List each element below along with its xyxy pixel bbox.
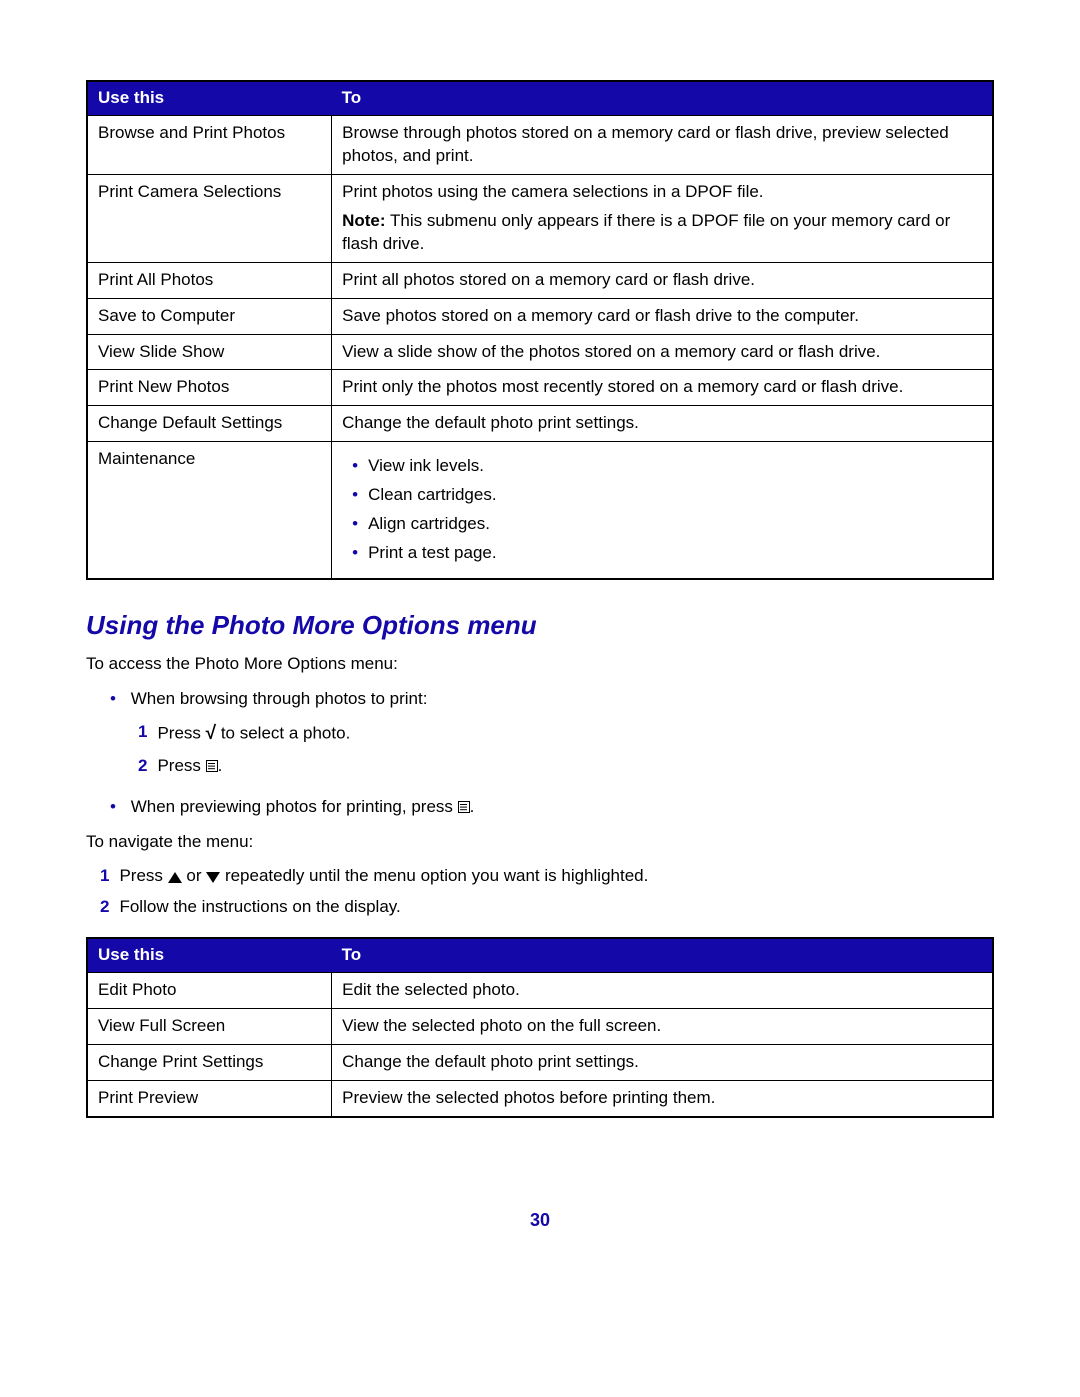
cell-desc: Change the default photo print settings. [332,406,993,442]
step-text: Follow the instructions on the display. [119,896,994,919]
note-label: Note: [342,211,385,230]
cell-desc: Preview the selected photos before print… [332,1081,993,1117]
table-row: Browse and Print Photos Browse through p… [87,115,993,174]
cell-name: View Full Screen [87,1009,332,1045]
navigate-steps: 1 Press or repeatedly until the menu opt… [86,861,994,923]
step-text: Press or repeatedly until the menu optio… [119,865,994,888]
table-row: Print Camera Selections Print photos usi… [87,174,993,262]
down-arrow-icon [206,872,220,883]
cell-desc: View ink levels. Clean cartridges. Align… [332,442,993,579]
cell-desc: Print photos using the camera selections… [332,174,993,262]
desc-line: Print photos using the camera selections… [342,181,982,204]
list-item: When browsing through photos to print: 1… [110,684,994,792]
table1-header-to: To [332,81,993,115]
cell-name: Print New Photos [87,370,332,406]
table-row: Change Print Settings Change the default… [87,1045,993,1081]
bullet-text: When previewing photos for printing, pre… [131,797,475,816]
step-text: Press √ to select a photo. [157,721,994,747]
up-arrow-icon [168,872,182,883]
access-bullets: When browsing through photos to print: 1… [86,684,994,822]
cell-name: Edit Photo [87,973,332,1009]
table-row: Print New Photos Print only the photos m… [87,370,993,406]
bullet-text: When browsing through photos to print: [131,689,428,708]
step-number: 2 [138,755,147,778]
cell-name: Print All Photos [87,262,332,298]
table-row: Print Preview Preview the selected photo… [87,1081,993,1117]
photo-card-menu-table: Use this To Browse and Print Photos Brow… [86,80,994,580]
cell-desc: Edit the selected photo. [332,973,993,1009]
cell-name: View Slide Show [87,334,332,370]
intro-navigate-text: To navigate the menu: [86,831,994,854]
list-item: When previewing photos for printing, pre… [110,792,994,823]
cell-desc: Change the default photo print settings. [332,1045,993,1081]
cell-name: Save to Computer [87,298,332,334]
table-row: Save to Computer Save photos stored on a… [87,298,993,334]
step-number: 1 [138,721,147,747]
desc-note: Note: This submenu only appears if there… [342,210,982,256]
table-row: Maintenance View ink levels. Clean cartr… [87,442,993,579]
photo-more-options-table: Use this To Edit Photo Edit the selected… [86,937,994,1118]
step-item: 2 Press . [138,751,994,782]
step-item: 1 Press or repeatedly until the menu opt… [100,861,994,892]
table2-header-use-this: Use this [87,938,332,972]
section-heading-photo-more-options: Using the Photo More Options menu [86,608,994,643]
cell-name: Browse and Print Photos [87,115,332,174]
step-number: 2 [100,896,109,919]
cell-name: Print Camera Selections [87,174,332,262]
cell-desc: View a slide show of the photos stored o… [332,334,993,370]
step-text: Press . [157,755,994,778]
cell-desc: Print all photos stored on a memory card… [332,262,993,298]
step-item: 1 Press √ to select a photo. [138,717,994,751]
table2-header-to: To [332,938,993,972]
cell-desc: Save photos stored on a memory card or f… [332,298,993,334]
cell-name: Change Print Settings [87,1045,332,1081]
note-text: This submenu only appears if there is a … [342,211,950,253]
step-item: 2 Follow the instructions on the display… [100,892,994,923]
table1-header-use-this: Use this [87,81,332,115]
browse-steps: 1 Press √ to select a photo. 2 Press . [110,717,994,782]
menu-icon [458,801,470,813]
list-item: Clean cartridges. [352,481,982,510]
table-row: View Full Screen View the selected photo… [87,1009,993,1045]
cell-name: Print Preview [87,1081,332,1117]
cell-desc: Browse through photos stored on a memory… [332,115,993,174]
maintenance-bullets: View ink levels. Clean cartridges. Align… [342,452,982,568]
list-item: Align cartridges. [352,510,982,539]
cell-name: Maintenance [87,442,332,579]
cell-desc: View the selected photo on the full scre… [332,1009,993,1045]
table-row: Edit Photo Edit the selected photo. [87,973,993,1009]
table-row: Change Default Settings Change the defau… [87,406,993,442]
cell-name: Change Default Settings [87,406,332,442]
table-row: View Slide Show View a slide show of the… [87,334,993,370]
page-number: 30 [86,1208,994,1232]
table-row: Print All Photos Print all photos stored… [87,262,993,298]
menu-icon [206,760,218,772]
checkmark-icon: √ [206,721,216,747]
list-item: View ink levels. [352,452,982,481]
list-item: Print a test page. [352,539,982,568]
intro-access-text: To access the Photo More Options menu: [86,653,994,676]
step-number: 1 [100,865,109,888]
cell-desc: Print only the photos most recently stor… [332,370,993,406]
